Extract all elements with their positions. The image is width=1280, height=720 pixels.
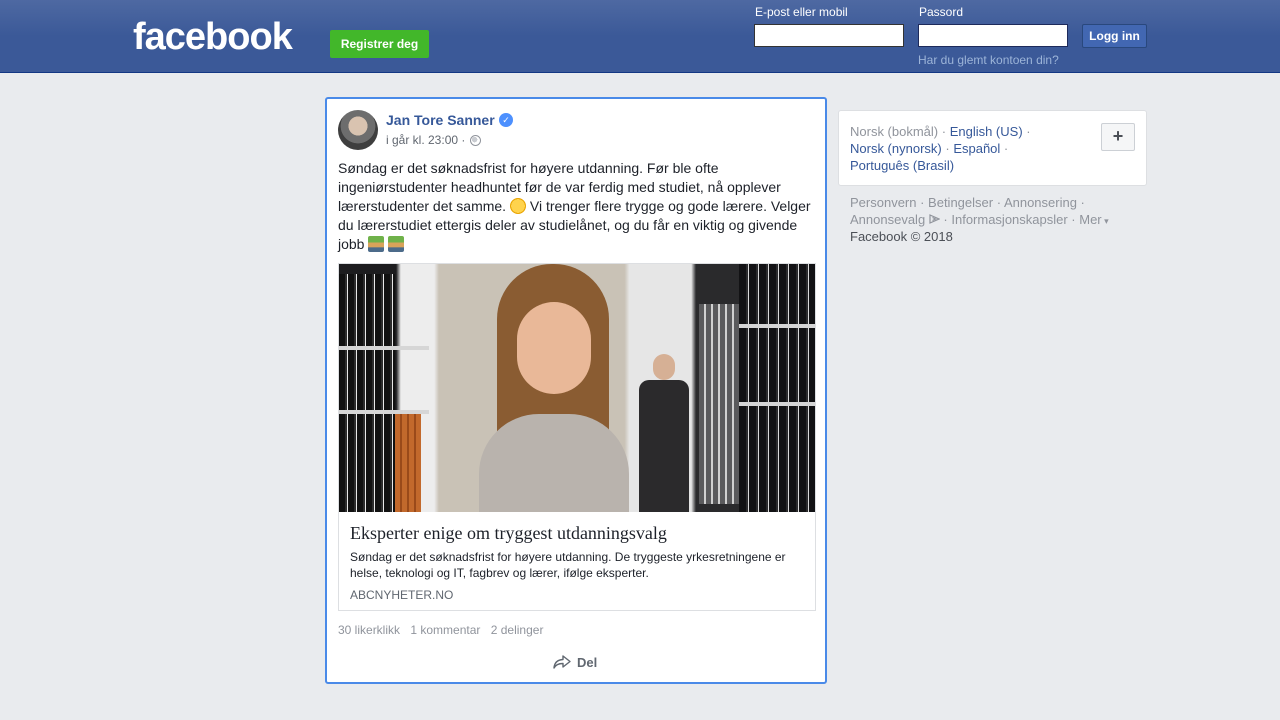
share-button[interactable]: Del: [553, 655, 597, 670]
footer-link[interactable]: Informasjonskapsler: [951, 212, 1067, 227]
footer-link[interactable]: Betingelser: [928, 195, 993, 210]
avatar[interactable]: [338, 110, 378, 150]
language-option[interactable]: Português (Brasil): [850, 158, 954, 173]
teacher-emoji-icon: [368, 236, 385, 252]
post-stats: 30 likerklikk 1 kommentar 2 delinger: [338, 623, 550, 637]
language-box: Norsk (bokmål) · English (US) · Norsk (n…: [838, 110, 1147, 186]
share-arrow-icon: [553, 655, 571, 669]
head-shape: [653, 354, 675, 380]
post-text: Søndag er det søknadsfrist for høyere ut…: [338, 159, 818, 254]
footer-link[interactable]: Annonsering: [1004, 195, 1077, 210]
email-field[interactable]: [754, 24, 904, 47]
torso-shape: [639, 380, 689, 512]
bookshelf-orange: [395, 414, 421, 512]
man-figure: [639, 354, 689, 512]
link-description: Søndag er det søknadsfrist for høyere ut…: [350, 550, 786, 580]
language-current: Norsk (bokmål): [850, 124, 939, 139]
shelf-line: [339, 410, 429, 414]
footer-link[interactable]: Annonsevalg: [850, 212, 925, 227]
plus-icon[interactable]: +: [1101, 123, 1135, 151]
shelf-line: [731, 324, 815, 328]
face-shape: [517, 302, 591, 394]
forgot-account-link[interactable]: Har du glemt kontoen din?: [918, 53, 1059, 67]
teacher-emoji-icon: [388, 236, 405, 252]
facebook-logo[interactable]: facebook: [133, 16, 293, 59]
top-navigation-bar: facebook Registrer deg E-post eller mobi…: [0, 0, 1280, 73]
register-button[interactable]: Registrer deg: [330, 30, 429, 58]
password-label: Passord: [919, 5, 964, 19]
copyright: Facebook © 2018: [850, 229, 953, 244]
post-author[interactable]: Jan Tore Sanner: [386, 112, 495, 128]
email-label: E-post eller mobil: [755, 5, 848, 19]
link-preview-image[interactable]: [339, 264, 815, 512]
comments-count[interactable]: 1 kommentar: [410, 623, 480, 637]
bookshelf-left: [339, 274, 395, 512]
adchoices-icon: [929, 214, 941, 224]
link-title[interactable]: Eksperter enige om tryggest utdanningsva…: [350, 523, 805, 544]
footer-link[interactable]: Personvern: [850, 195, 916, 210]
woman-figure: [479, 264, 629, 512]
footer-link[interactable]: Mer: [1079, 212, 1101, 227]
post-timestamp[interactable]: i går kl. 23:00 ·: [386, 133, 465, 147]
bookshelf-back: [699, 304, 739, 504]
language-option[interactable]: Norsk (nynorsk): [850, 141, 942, 156]
password-field[interactable]: [918, 24, 1068, 47]
body-shape: [479, 414, 629, 512]
bookshelf-right: [739, 264, 815, 512]
login-button[interactable]: Logg inn: [1082, 24, 1147, 48]
smile-emoji-icon: [509, 198, 526, 214]
language-option[interactable]: English (US): [950, 124, 1023, 139]
footer-links: Personvern · Betingelser · Annonsering ·…: [850, 195, 1109, 227]
share-label: Del: [577, 655, 598, 670]
shelf-line: [339, 346, 429, 350]
likes-count[interactable]: 30 likerklikk: [338, 623, 400, 637]
language-option[interactable]: Español: [953, 141, 1000, 156]
shares-count[interactable]: 2 delinger: [491, 623, 544, 637]
link-domain: ABCNYHETER.NO: [350, 588, 454, 602]
verified-badge-icon: ✓: [499, 113, 513, 127]
shelf-line: [731, 402, 815, 406]
chevron-down-icon: ▾: [1101, 216, 1109, 226]
language-list: Norsk (bokmål) · English (US) · Norsk (n…: [850, 124, 1031, 173]
post-card: Jan Tore Sanner ✓ i går kl. 23:00 · Sønd…: [325, 97, 827, 684]
link-preview-card[interactable]: Eksperter enige om tryggest utdanningsva…: [338, 263, 816, 611]
globe-icon[interactable]: [470, 135, 481, 146]
